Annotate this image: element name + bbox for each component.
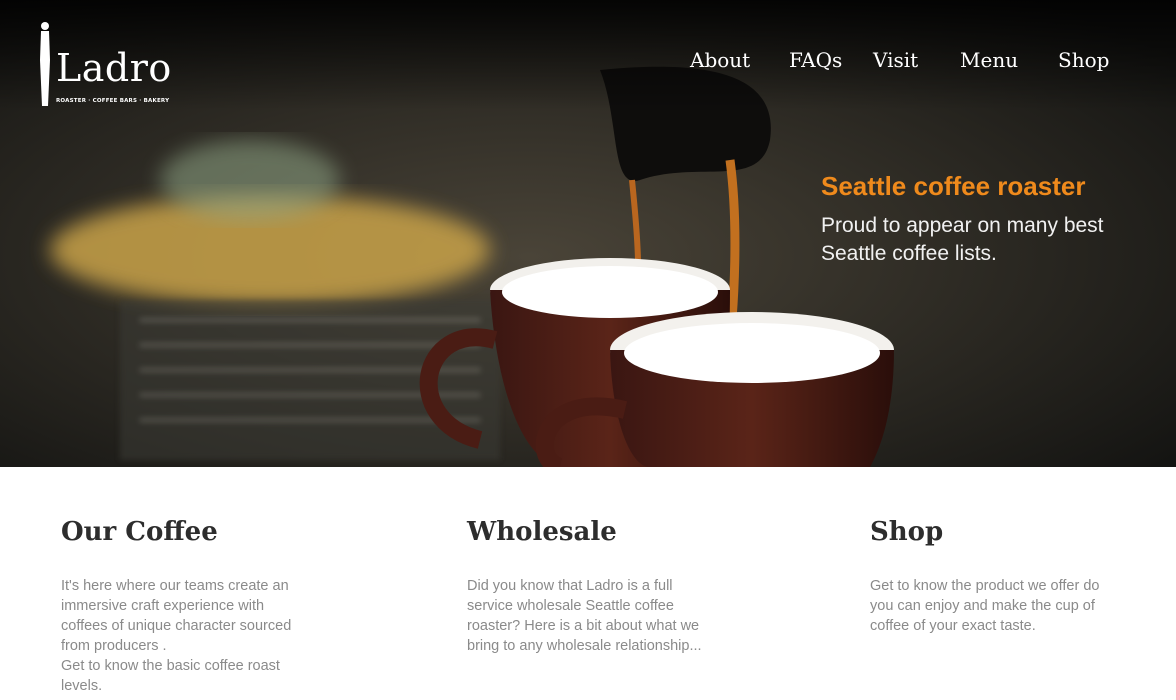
body-line: coffees of unique character sourced bbox=[61, 618, 292, 634]
body-line: Did you know that Ladro is a full bbox=[467, 578, 673, 594]
body-line: bring to any wholesale relationship... bbox=[467, 638, 702, 654]
hero-subtitle: Proud to appear on many best Seattle cof… bbox=[821, 212, 1141, 268]
nav-menu[interactable]: Menu bbox=[960, 46, 1018, 74]
nav-visit[interactable]: Visit bbox=[873, 46, 918, 74]
section-heading[interactable]: Our Coffee bbox=[61, 514, 321, 550]
body-line: coffee of your exact taste. bbox=[870, 618, 1036, 634]
nav-shop[interactable]: Shop bbox=[1058, 46, 1109, 74]
hero-title: Seattle coffee roaster bbox=[821, 171, 1086, 201]
hero-text: Seattle coffee roaster Proud to appear o… bbox=[821, 170, 1141, 268]
body-line: It's here where our teams create an bbox=[61, 578, 289, 594]
ladro-logo[interactable]: Ladro ROASTER · COFFEE BARS · BAKERY bbox=[36, 18, 171, 108]
nav-faqs[interactable]: FAQs bbox=[789, 46, 842, 74]
logo-tagline: ROASTER · COFFEE BARS · BAKERY bbox=[56, 98, 170, 104]
section-shop: Shop Get to know the product we offer do… bbox=[870, 514, 1130, 636]
body-line: you can enjoy and make the cup of bbox=[870, 598, 1095, 614]
hero-banner: Ladro ROASTER · COFFEE BARS · BAKERY Abo… bbox=[0, 0, 1176, 467]
section-body: Get to know the product we offer do you … bbox=[870, 576, 1130, 636]
hero-subtitle-line: Seattle coffee lists. bbox=[821, 242, 997, 265]
hero-subtitle-line: Proud to appear on many best bbox=[821, 214, 1104, 237]
body-line: service wholesale Seattle coffee bbox=[467, 598, 674, 614]
body-line: from producers . bbox=[61, 638, 167, 654]
logo-figure-icon bbox=[40, 22, 50, 106]
section-our-coffee: Our Coffee It's here where our teams cre… bbox=[61, 514, 321, 696]
section-heading[interactable]: Shop bbox=[870, 514, 1130, 550]
body-line: immersive craft experience with bbox=[61, 598, 265, 614]
section-body: Did you know that Ladro is a full servic… bbox=[467, 576, 727, 656]
body-line: Get to know the product we offer do bbox=[870, 578, 1100, 594]
body-line: levels. bbox=[61, 678, 103, 694]
section-body: It's here where our teams create an imme… bbox=[61, 576, 321, 696]
section-heading[interactable]: Wholesale bbox=[467, 514, 727, 550]
body-line: Get to know the basic coffee roast bbox=[61, 658, 280, 674]
nav-about[interactable]: About bbox=[690, 46, 750, 74]
main-nav: About FAQs Visit Menu Shop bbox=[690, 46, 1110, 76]
section-wholesale: Wholesale Did you know that Ladro is a f… bbox=[467, 514, 727, 656]
logo-wordmark: Ladro bbox=[56, 46, 172, 90]
body-line: roaster? Here is a bit about what we bbox=[467, 618, 700, 634]
